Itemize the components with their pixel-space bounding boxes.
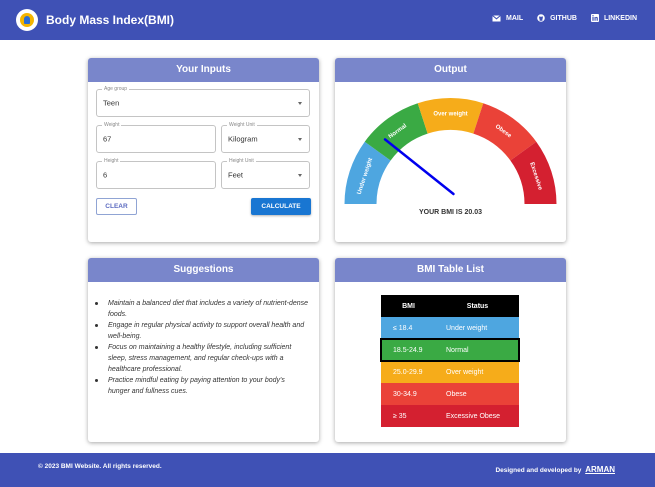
- bmi-status-cell: Excessive Obese: [446, 412, 501, 420]
- age-group-select[interactable]: Age group Teen: [96, 86, 310, 117]
- gauge-needle: [383, 138, 455, 196]
- header-nav: MAIL GITHUB LINKEDIN: [492, 14, 637, 22]
- bmi-status-cell: Obese: [446, 390, 467, 398]
- bmi-table: BMI Status ≤ 18.4 Under weight 18.5-24.9…: [380, 295, 520, 427]
- bmi-status-cell: Over weight: [446, 368, 484, 376]
- app-logo: [16, 9, 38, 31]
- bmi-result-text: YOUR BMI IS 20.03: [418, 209, 483, 216]
- table-row: ≤ 18.4 Under weight: [381, 317, 519, 339]
- output-card-title: Output: [335, 58, 566, 82]
- bmi-range-cell: 18.5-24.9: [393, 346, 423, 354]
- copyright-text: © 2023 BMI Website. All rights reserved.: [38, 463, 162, 470]
- author-link[interactable]: ARMAN: [585, 465, 615, 474]
- table-row: 30-34.9 Obese: [381, 383, 519, 405]
- column-header-status: Status: [466, 302, 489, 310]
- clear-button[interactable]: CLEAR: [96, 198, 137, 215]
- list-item: Practice mindful eating by paying attent…: [95, 375, 308, 397]
- height-unit-label: Height Unit: [227, 158, 256, 165]
- suggestions-list: Maintain a balanced diet that includes a…: [95, 298, 309, 397]
- suggestions-card-title: Suggestions: [88, 258, 319, 282]
- bmi-table-card-title: BMI Table List: [335, 258, 566, 282]
- age-group-value: Teen: [103, 98, 120, 108]
- app-header: Body Mass Index(BMI) MAIL GITHUB LINKEDI…: [0, 0, 655, 40]
- height-unit-select[interactable]: Height Unit Feet: [221, 158, 310, 189]
- height-input[interactable]: Height 6: [96, 158, 216, 189]
- nav-github-link[interactable]: GITHUB: [537, 14, 577, 22]
- bmi-range-cell: 30-34.9: [393, 390, 417, 398]
- calculate-button[interactable]: CALCULATE: [251, 198, 311, 215]
- age-group-label: Age group: [102, 86, 130, 93]
- bmi-table-card: BMI Table List BMI Status ≤ 18.4 Under w…: [335, 258, 566, 442]
- app-footer: © 2023 BMI Website. All rights reserved.…: [0, 453, 655, 487]
- table-header-row: BMI Status: [381, 295, 519, 317]
- bmi-range-cell: ≤ 18.4: [393, 324, 413, 332]
- list-item: Maintain a balanced diet that includes a…: [95, 300, 309, 318]
- credit-prefix: Designed and developed by: [495, 467, 582, 474]
- person-logo-icon: [20, 13, 34, 27]
- weight-label: Weight: [102, 122, 122, 129]
- column-header-bmi: BMI: [402, 302, 415, 310]
- weight-input[interactable]: Weight 67: [96, 122, 216, 153]
- weight-unit-select[interactable]: Weight Unit Kilogram: [221, 122, 310, 153]
- nav-mail-label: MAIL: [505, 14, 524, 22]
- bmi-status-cell: Under weight: [446, 324, 488, 332]
- output-card: Output Under weight Normal Over weight Obes…: [335, 58, 566, 242]
- chevron-down-icon: [298, 102, 302, 105]
- bmi-status-cell: Normal: [446, 346, 469, 354]
- list-item: Focus on maintaining a healthy lifestyle…: [95, 342, 308, 375]
- linkedin-icon: [590, 14, 599, 22]
- table-row: ≥ 35 Excessive Obese: [381, 405, 519, 427]
- nav-linkedin-label: LINKEDIN: [603, 14, 637, 22]
- weight-value: 67: [103, 134, 112, 144]
- nav-github-label: GITHUB: [550, 14, 577, 22]
- bmi-gauge: Under weightNormalOver weightObeseExcess…: [344, 98, 557, 204]
- weight-unit-value: Kilogram: [228, 134, 258, 144]
- weight-unit-label: Weight Unit: [227, 122, 257, 129]
- credit-text: Designed and developed by ARMAN: [495, 465, 615, 474]
- bmi-range-cell: ≥ 35: [393, 412, 407, 420]
- mail-icon: [492, 14, 501, 21]
- gauge-label: Over weight: [433, 112, 467, 118]
- bmi-range-cell: 25.0-29.9: [393, 368, 423, 376]
- height-value: 6: [103, 170, 108, 180]
- inputs-card-title: Your Inputs: [88, 58, 319, 82]
- height-unit-value: Feet: [228, 170, 244, 180]
- table-row-highlighted: 18.5-24.9 Normal: [380, 338, 520, 362]
- chevron-down-icon: [298, 138, 302, 141]
- inputs-card: Your Inputs Age group Teen Weight 67 Wei…: [88, 58, 319, 242]
- chevron-down-icon: [298, 174, 302, 177]
- nav-linkedin-link[interactable]: LINKEDIN: [590, 14, 637, 22]
- app-title: Body Mass Index(BMI): [46, 13, 175, 27]
- nav-mail-link[interactable]: MAIL: [492, 14, 523, 22]
- github-icon: [537, 14, 545, 22]
- suggestions-card: Suggestions Maintain a balanced diet tha…: [88, 258, 319, 442]
- list-item: Engage in regular physical activity to s…: [95, 320, 308, 342]
- height-label: Height: [102, 158, 121, 165]
- table-row: 25.0-29.9 Over weight: [381, 361, 519, 383]
